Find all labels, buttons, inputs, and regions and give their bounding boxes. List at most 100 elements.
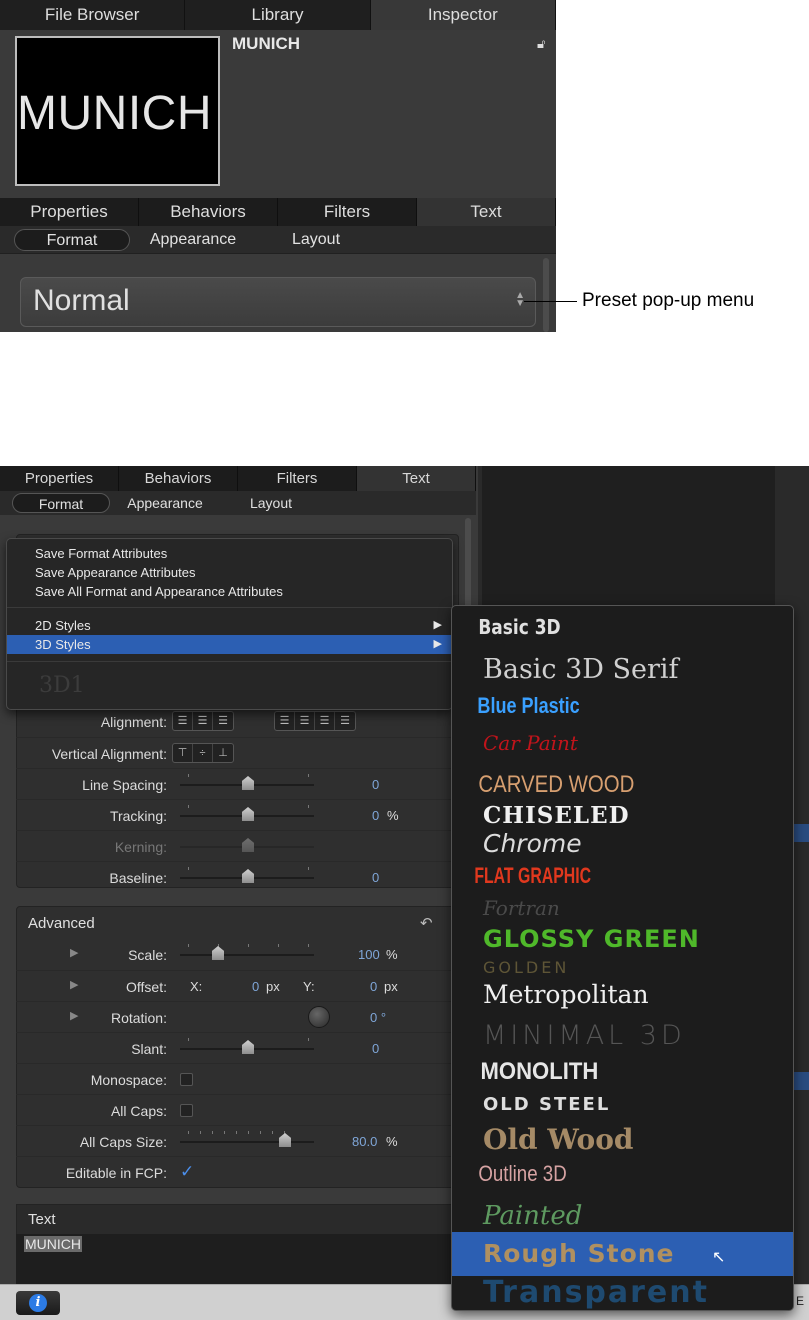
style-golden[interactable]: GOLDEN bbox=[452, 956, 793, 980]
style-blue-plastic[interactable]: Blue Plastic bbox=[452, 690, 733, 722]
slider-knob[interactable] bbox=[242, 776, 254, 790]
disclosure-triangle-icon[interactable]: ▶ bbox=[70, 946, 78, 959]
style-minimal-3d[interactable]: MINIMAL 3D bbox=[452, 1018, 793, 1054]
inspector-tab-bar-2: Properties Behaviors Filters Text bbox=[0, 466, 476, 491]
tab-filters[interactable]: Filters bbox=[238, 466, 357, 491]
alignment-horizontal-control[interactable]: ☰ ☰ ☰ bbox=[172, 711, 234, 731]
reset-icon[interactable]: ↶ bbox=[420, 914, 433, 932]
preview-thumbnail: MUNICH bbox=[15, 36, 220, 186]
style-flat-graphic[interactable]: FLAT GRAPHIC bbox=[452, 860, 699, 892]
tracking-value[interactable]: 0 bbox=[372, 808, 379, 823]
line-spacing-value[interactable]: 0 bbox=[372, 777, 379, 792]
tab-properties[interactable]: Properties bbox=[0, 466, 119, 491]
scrollbar[interactable] bbox=[465, 518, 471, 608]
tab-behaviors[interactable]: Behaviors bbox=[139, 198, 278, 226]
style-old-wood[interactable]: Old Wood bbox=[452, 1120, 793, 1160]
tab-text[interactable]: Text bbox=[417, 198, 556, 226]
subtab-layout[interactable]: Layout bbox=[278, 229, 354, 251]
slider-knob[interactable] bbox=[242, 869, 254, 883]
style-transparent[interactable]: Transparent bbox=[452, 1274, 793, 1310]
row-all-caps-size: All Caps Size: 80.0 % bbox=[16, 1125, 459, 1156]
scale-slider[interactable] bbox=[180, 944, 314, 960]
baseline-value[interactable]: 0 bbox=[372, 870, 379, 885]
subtab-appearance[interactable]: Appearance bbox=[140, 229, 246, 251]
justify-left-icon[interactable]: ☰ bbox=[275, 712, 295, 730]
align-left-icon[interactable]: ☰ bbox=[173, 712, 193, 730]
tab-file-browser[interactable]: File Browser bbox=[0, 0, 186, 30]
style-old-steel[interactable]: OLD STEEL bbox=[452, 1090, 793, 1120]
menu-item-save-format[interactable]: Save Format Attributes bbox=[7, 544, 452, 563]
tab-behaviors[interactable]: Behaviors bbox=[119, 466, 238, 491]
style-carved-wood[interactable]: CARVED WOOD bbox=[452, 768, 744, 802]
subtab-format[interactable]: Format bbox=[12, 493, 110, 513]
vertical-alignment-control[interactable]: ⊤ ÷ ⊥ bbox=[172, 743, 234, 763]
callout-label: Preset pop-up menu bbox=[582, 290, 755, 311]
slider-knob[interactable] bbox=[212, 946, 224, 960]
tab-filters[interactable]: Filters bbox=[278, 198, 417, 226]
style-rough-stone[interactable]: Rough Stone bbox=[452, 1232, 793, 1276]
slider-knob[interactable] bbox=[242, 1040, 254, 1054]
editable-fcp-label: Editable in FCP: bbox=[65, 1165, 167, 1181]
rotation-dial[interactable] bbox=[308, 1006, 330, 1028]
style-car-paint[interactable]: Car Paint bbox=[452, 726, 793, 760]
tab-inspector[interactable]: Inspector bbox=[370, 0, 556, 30]
all-caps-checkbox[interactable] bbox=[180, 1104, 193, 1117]
disclosure-triangle-icon[interactable]: ▶ bbox=[70, 978, 78, 991]
tab-properties[interactable]: Properties bbox=[0, 198, 139, 226]
text-field[interactable]: MUNICH bbox=[16, 1234, 459, 1286]
offset-y-value[interactable]: 0 bbox=[370, 979, 377, 994]
slider-knob[interactable] bbox=[279, 1133, 291, 1147]
subtab-appearance[interactable]: Appearance bbox=[120, 493, 210, 513]
text-subtab-bar: Format Appearance Layout bbox=[0, 226, 556, 254]
info-button[interactable]: i bbox=[16, 1291, 60, 1315]
style-glossy-green[interactable]: GLOSSY GREEN bbox=[452, 922, 793, 956]
disclosure-triangle-icon[interactable]: ▶ bbox=[70, 1009, 78, 1022]
subtab-format[interactable]: Format bbox=[14, 229, 130, 251]
tracking-slider[interactable] bbox=[180, 805, 314, 821]
style-fortran[interactable]: Fortran bbox=[452, 892, 793, 924]
menu-item-3d-styles[interactable]: 3D Styles ▶ bbox=[7, 635, 452, 654]
tab-text[interactable]: Text bbox=[357, 466, 476, 491]
valign-middle-icon[interactable]: ÷ bbox=[193, 744, 213, 762]
tab-library[interactable]: Library bbox=[185, 0, 371, 30]
align-center-icon[interactable]: ☰ bbox=[193, 712, 213, 730]
justify-right-icon[interactable]: ☰ bbox=[315, 712, 335, 730]
menu-item-save-all[interactable]: Save All Format and Appearance Attribute… bbox=[7, 582, 452, 601]
scrollbar[interactable] bbox=[543, 258, 549, 332]
justify-full-icon[interactable]: ☰ bbox=[335, 712, 355, 730]
slider-knob[interactable] bbox=[242, 807, 254, 821]
valign-bottom-icon[interactable]: ⊥ bbox=[213, 744, 233, 762]
justify-center-icon[interactable]: ☰ bbox=[295, 712, 315, 730]
preset-popup-menu[interactable]: Normal ▲ ▼ bbox=[20, 277, 536, 327]
slider-knob bbox=[242, 838, 254, 852]
monospace-checkbox[interactable] bbox=[180, 1073, 193, 1086]
editable-fcp-checkbox[interactable]: ✓ bbox=[180, 1163, 194, 1180]
all-caps-size-slider[interactable] bbox=[180, 1131, 314, 1147]
text-field-value: MUNICH bbox=[24, 1236, 82, 1252]
row-monospace: Monospace: bbox=[16, 1063, 459, 1094]
baseline-slider[interactable] bbox=[180, 867, 314, 883]
edge-text: E bbox=[796, 1294, 805, 1308]
subtab-layout[interactable]: Layout bbox=[238, 493, 304, 513]
style-painted[interactable]: Painted bbox=[452, 1198, 793, 1234]
scale-value[interactable]: 100 bbox=[358, 947, 380, 962]
alignment-justify-control[interactable]: ☰ ☰ ☰ ☰ bbox=[274, 711, 356, 731]
menu-item-save-appearance[interactable]: Save Appearance Attributes bbox=[7, 563, 452, 582]
all-caps-size-value[interactable]: 80.0 bbox=[352, 1134, 377, 1149]
style-basic-3d[interactable]: Basic 3D bbox=[452, 610, 744, 644]
style-chrome[interactable]: Chrome bbox=[452, 828, 793, 860]
item-name: MUNICH bbox=[232, 34, 300, 53]
slant-slider[interactable] bbox=[180, 1038, 314, 1054]
slant-value[interactable]: 0 bbox=[372, 1041, 379, 1056]
style-basic-3d-serif[interactable]: Basic 3D Serif bbox=[452, 650, 793, 690]
style-metropolitan[interactable]: Metropolitan bbox=[452, 978, 793, 1012]
line-spacing-slider[interactable] bbox=[180, 774, 314, 790]
style-monolith[interactable]: MONOLITH bbox=[452, 1056, 768, 1088]
style-outline-3d[interactable]: Outline 3D bbox=[452, 1158, 744, 1190]
offset-x-value[interactable]: 0 bbox=[252, 979, 259, 994]
menu-item-2d-styles[interactable]: 2D Styles ▶ bbox=[7, 616, 452, 635]
lock-icon[interactable]: 🔓︎ bbox=[537, 36, 545, 52]
rotation-value[interactable]: 0 ° bbox=[370, 1010, 386, 1025]
align-right-icon[interactable]: ☰ bbox=[213, 712, 233, 730]
valign-top-icon[interactable]: ⊤ bbox=[173, 744, 193, 762]
